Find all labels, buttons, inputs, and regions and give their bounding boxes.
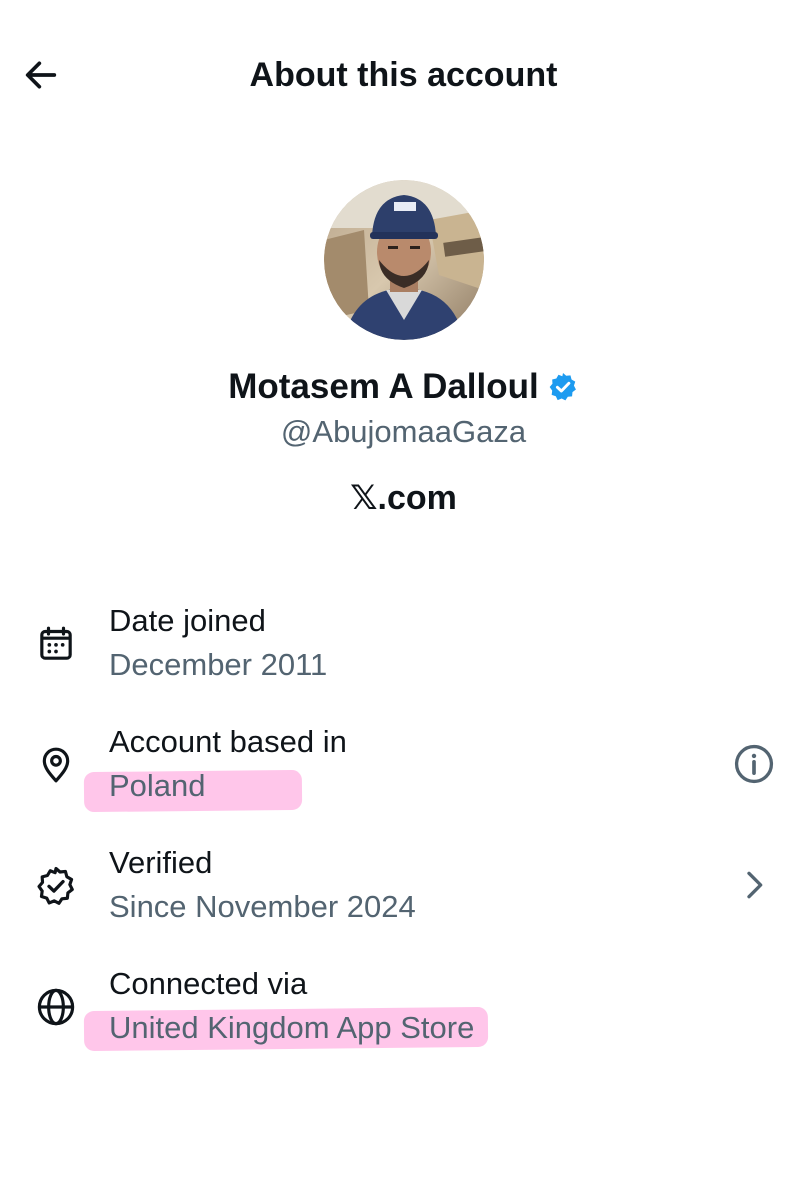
detail-value: United Kingdom App Store — [109, 1010, 475, 1045]
display-name: Motasem A Dalloul — [228, 367, 539, 406]
detail-label: Verified — [109, 845, 213, 880]
detail-row-date-joined: Date joined December 2011 — [0, 598, 807, 719]
detail-label: Date joined — [109, 603, 266, 638]
detail-label: Account based in — [109, 724, 347, 759]
profile-section: Motasem A Dalloul @AbujomaaGaza 𝕏.com — [0, 180, 807, 518]
page-title: About this account — [249, 56, 558, 94]
verified-badge-icon — [37, 866, 74, 905]
site-label: 𝕏.com — [350, 479, 457, 517]
detail-value: Since November 2024 — [109, 889, 416, 924]
detail-row-connected-via: Connected via United Kingdom App Store — [0, 961, 807, 1082]
avatar[interactable] — [323, 180, 484, 340]
profile-handle: @AbujomaaGaza — [280, 414, 527, 449]
verified-badge-icon[interactable] — [547, 371, 579, 403]
name-row: Motasem A Dalloul — [228, 364, 579, 410]
verified-details-button[interactable] — [729, 860, 779, 910]
header-bar: About this account — [0, 0, 807, 150]
detail-label: Connected via — [109, 966, 308, 1001]
chevron-right-icon — [747, 871, 763, 899]
account-details-list: Date joined December 2011 Account based … — [0, 598, 807, 1082]
location-pin-icon — [42, 747, 70, 783]
info-icon — [734, 744, 774, 784]
detail-row-verified[interactable]: Verified Since November 2024 — [0, 840, 807, 961]
detail-value: Poland — [109, 768, 206, 803]
detail-value: December 2011 — [109, 647, 328, 682]
info-button[interactable] — [729, 739, 779, 789]
detail-row-account-based-in: Account based in Poland — [0, 719, 807, 840]
calendar-icon — [40, 626, 72, 660]
globe-icon — [37, 988, 75, 1026]
site-link[interactable]: 𝕏.com — [350, 478, 457, 518]
